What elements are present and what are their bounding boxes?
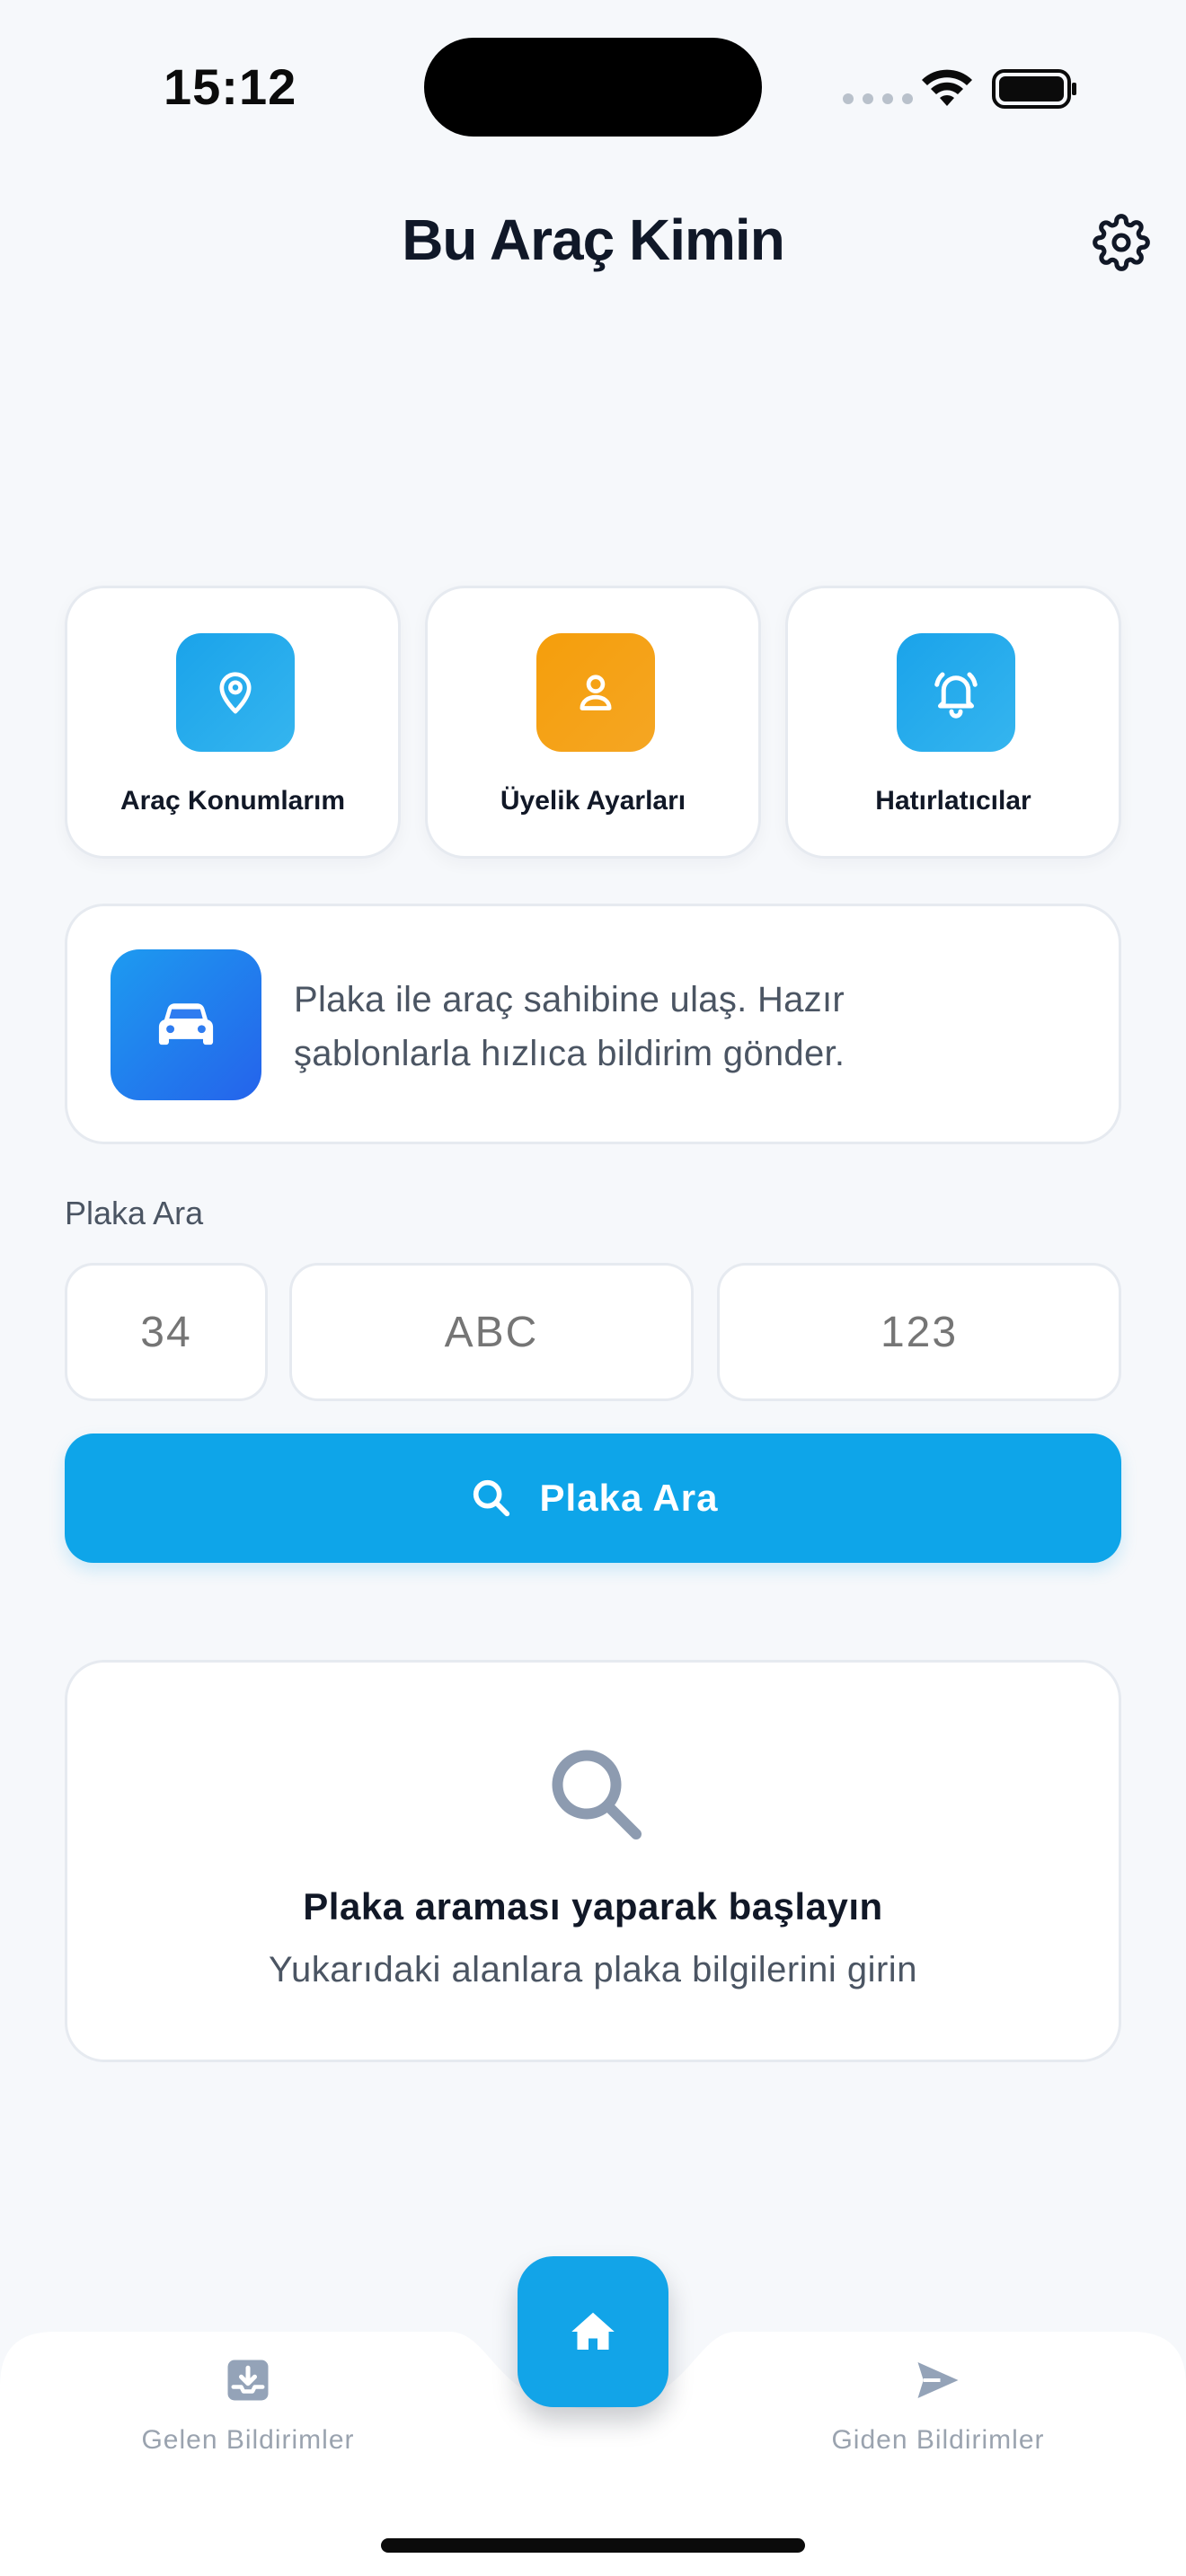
info-description: Plaka ile araç sahibine ulaş. Hazır şabl… xyxy=(294,973,1067,1081)
quick-action-label: Araç Konumlarım xyxy=(119,786,346,816)
nav-incoming-notifications[interactable]: Gelen Bildirimler xyxy=(86,2353,410,2461)
home-icon xyxy=(571,2312,615,2350)
plate-letters-input[interactable] xyxy=(289,1263,694,1401)
app-screen: 15:12 Bu Araç Kimin Araç Konumlarım Üyel… xyxy=(0,0,1186,2576)
quick-action-vehicle-locations[interactable]: Araç Konumlarım xyxy=(65,586,401,859)
info-banner: Plaka ile araç sahibine ulaş. Hazır şabl… xyxy=(65,904,1121,1144)
quick-action-label: Üyelik Ayarları xyxy=(500,786,686,816)
user-icon xyxy=(580,675,612,710)
quick-action-label: Hatırlatıcılar xyxy=(875,786,1031,816)
empty-state-card: Plaka araması yaparak başlayın Yukarıdak… xyxy=(65,1660,1121,2062)
nav-label: Giden Bildirimler xyxy=(831,2425,1045,2455)
dynamic-island xyxy=(424,38,762,137)
quick-action-icon-tile xyxy=(897,633,1015,752)
gear-icon xyxy=(1093,214,1150,271)
nav-outgoing-notifications[interactable]: Giden Bildirimler xyxy=(776,2353,1100,2461)
page-title: Bu Araç Kimin xyxy=(402,207,785,272)
plate-city-code-input[interactable] xyxy=(65,1263,268,1401)
home-button[interactable] xyxy=(518,2256,668,2407)
status-time: 15:12 xyxy=(164,58,297,115)
inbox-icon xyxy=(227,2360,269,2401)
bell-icon xyxy=(934,672,978,719)
plate-search-label: Plaka Ara xyxy=(65,1195,204,1231)
quick-action-icon-tile xyxy=(536,633,655,752)
quick-action-reminders[interactable]: Hatırlatıcılar xyxy=(785,586,1121,859)
home-indicator xyxy=(381,2538,805,2553)
quick-action-icon-tile xyxy=(176,633,295,752)
info-line-1: Plaka ile araç sahibine ulaş. Hazır xyxy=(294,980,845,1019)
wifi-icon xyxy=(922,69,972,106)
car-icon xyxy=(158,1003,214,1045)
quick-action-membership-settings[interactable]: Üyelik Ayarları xyxy=(425,586,761,859)
plate-numbers-input[interactable] xyxy=(717,1263,1121,1401)
info-line-2: şablonlarla hızlıca bildirim gönder. xyxy=(294,1034,845,1073)
search-icon xyxy=(552,1750,642,1839)
search-icon xyxy=(473,1479,509,1517)
send-icon xyxy=(917,2362,959,2398)
nav-label: Gelen Bildirimler xyxy=(141,2425,355,2455)
plate-search-button[interactable]: Plaka Ara xyxy=(65,1434,1121,1563)
location-pin-icon xyxy=(219,672,252,714)
settings-button[interactable] xyxy=(1091,212,1152,273)
empty-state-title: Plaka araması yaparak başlayın xyxy=(303,1885,883,1928)
info-icon-tile xyxy=(111,949,261,1100)
empty-state-subtitle: Yukarıdaki alanlara plaka bilgilerini gi… xyxy=(269,1950,917,1989)
battery-icon xyxy=(992,69,1076,109)
cellular-signal-icon xyxy=(843,93,913,104)
plate-search-button-label: Plaka Ara xyxy=(539,1477,719,1519)
